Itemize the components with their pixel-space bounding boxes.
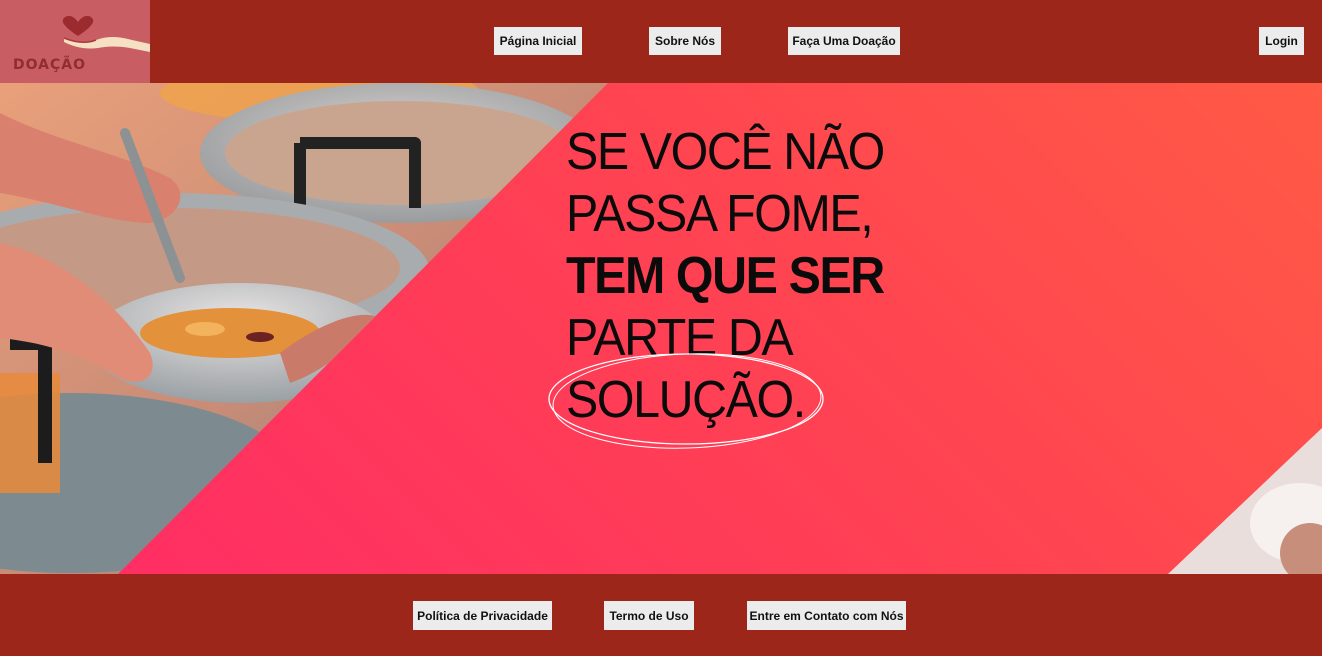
contact-us-link[interactable]: Entre em Contato com Nós [747, 601, 906, 630]
headline-line-3: TEM QUE SER [566, 247, 885, 305]
hand-drawn-circle-icon [548, 353, 824, 449]
top-navbar: DOAÇÃO Página Inicial Sobre Nós Faça Uma… [0, 0, 1322, 83]
privacy-policy-link[interactable]: Política de Privacidade [413, 601, 552, 630]
logo-text: DOAÇÃO [13, 57, 86, 73]
logo[interactable]: DOAÇÃO [0, 0, 150, 83]
nav-donate-button[interactable]: Faça Uma Doação [788, 27, 900, 55]
nav-home-button[interactable]: Página Inicial [494, 27, 582, 55]
headline-line-2: PASSA FOME, [566, 185, 874, 243]
nav-about-button[interactable]: Sobre Nós [649, 27, 721, 55]
hero-banner: SE VOCÊ NÃO PASSA FOME, TEM QUE SER PART… [0, 83, 1322, 574]
terms-of-use-link[interactable]: Termo de Uso [604, 601, 694, 630]
headline-line-1: SE VOCÊ NÃO [566, 123, 885, 181]
heart-hand-icon [62, 15, 150, 52]
footer: Política de Privacidade Termo de Uso Ent… [0, 574, 1322, 656]
login-button[interactable]: Login [1259, 27, 1304, 55]
